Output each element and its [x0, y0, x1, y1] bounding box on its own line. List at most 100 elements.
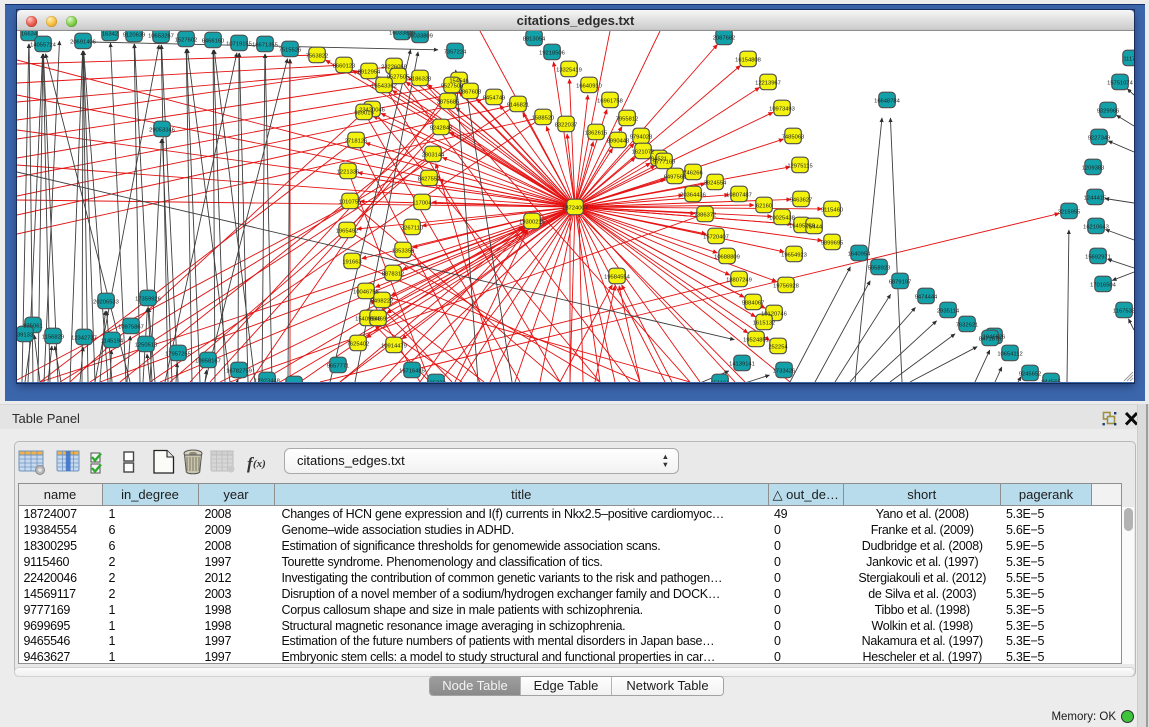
svg-text:11170: 11170	[1123, 57, 1134, 63]
svg-text:8660123: 8660123	[333, 64, 356, 70]
svg-text:17957255: 17957255	[165, 352, 191, 358]
svg-text:16640910: 16640910	[576, 84, 602, 90]
svg-text:944565: 944565	[1041, 380, 1060, 383]
svg-text:6466160: 6466160	[202, 39, 225, 45]
svg-text:2803144: 2803144	[422, 153, 445, 159]
svg-text:3824554: 3824554	[704, 181, 727, 187]
svg-text:1167533: 1167533	[1113, 309, 1134, 315]
svg-text:9474444: 9474444	[915, 295, 938, 301]
svg-text:9242848: 9242848	[430, 126, 453, 132]
svg-text:10914479: 10914479	[381, 344, 407, 350]
svg-text:746266: 746266	[683, 171, 702, 177]
svg-text:8427552: 8427552	[418, 177, 441, 183]
svg-text:3267110: 3267110	[401, 226, 423, 232]
svg-text:15720407: 15720407	[703, 235, 729, 241]
svg-text:8471676: 8471676	[979, 337, 1002, 343]
svg-text:20364436: 20364436	[680, 193, 706, 199]
svg-text:16961758: 16961758	[597, 99, 623, 105]
svg-text:16671355: 16671355	[252, 43, 278, 49]
svg-text:3875685: 3875685	[437, 100, 460, 106]
svg-text:835061: 835061	[23, 324, 42, 330]
svg-text:9120639: 9120639	[123, 33, 146, 39]
svg-text:7563822: 7563822	[306, 54, 329, 60]
svg-text:10688809: 10688809	[714, 255, 740, 261]
svg-text:15751074: 15751074	[1107, 81, 1134, 87]
svg-text:1244415: 1244415	[1084, 196, 1107, 202]
svg-text:125223: 125223	[426, 381, 445, 383]
svg-text:191663: 191663	[342, 260, 361, 266]
svg-text:1527602: 1527602	[175, 38, 198, 44]
svg-text:62160: 62160	[756, 204, 772, 210]
svg-text:1010755: 1010755	[339, 200, 362, 206]
svg-text:10807487: 10807487	[726, 193, 752, 199]
svg-text:8990448: 8990448	[607, 139, 630, 145]
svg-text:9146821: 9146821	[507, 103, 530, 109]
svg-text:10973493: 10973493	[769, 107, 795, 113]
svg-text:15716485: 15716485	[399, 369, 425, 375]
svg-text:19756928: 19756928	[773, 284, 799, 290]
svg-text:12923448: 12923448	[254, 379, 280, 383]
svg-text:39133: 39133	[17, 333, 33, 339]
svg-text:15692971: 15692971	[1085, 255, 1111, 261]
svg-text:16154808: 16154808	[735, 58, 761, 64]
svg-text:3215955: 3215955	[1058, 210, 1081, 216]
svg-text:8454749: 8454749	[483, 96, 506, 102]
svg-text:29053346: 29053346	[149, 128, 175, 134]
svg-text:2867608: 2867608	[459, 90, 482, 96]
svg-text:9227349: 9227349	[1088, 136, 1111, 142]
svg-text:1733426: 1733426	[773, 369, 796, 375]
svg-text:1209383: 1209383	[1082, 166, 1105, 172]
svg-text:9463627: 9463627	[790, 198, 813, 204]
svg-text:8322037: 8322037	[555, 123, 578, 129]
svg-text:7357224: 7357224	[444, 50, 467, 56]
svg-text:10025438: 10025438	[769, 216, 795, 222]
svg-text:3498222: 3498222	[371, 299, 394, 305]
svg-text:18807249: 18807249	[726, 278, 752, 284]
svg-text:8912954: 8912954	[358, 70, 381, 76]
svg-text:12342737: 12342737	[71, 336, 97, 342]
svg-text:13325419: 13325419	[556, 68, 582, 74]
svg-text:17016504: 17016504	[1090, 283, 1117, 289]
svg-text:16342: 16342	[102, 32, 118, 38]
svg-text:18724007: 18724007	[562, 206, 588, 212]
svg-text:7515526: 7515526	[279, 48, 302, 54]
svg-text:10120746: 10120746	[761, 312, 787, 318]
svg-text:9794028: 9794028	[630, 135, 653, 141]
svg-text:989015: 989015	[354, 111, 373, 117]
svg-text:14055724: 14055724	[30, 43, 57, 49]
svg-text:16634: 16634	[21, 32, 38, 38]
svg-text:10654112: 10654112	[997, 352, 1022, 358]
svg-text:9115460: 9115460	[821, 208, 843, 214]
svg-text:19300215: 19300215	[519, 220, 545, 226]
svg-text:16782759: 16782759	[226, 369, 252, 375]
svg-text:1615132: 1615132	[753, 321, 776, 327]
svg-text:7625402: 7625402	[347, 342, 370, 348]
svg-text:5958923: 5958923	[868, 266, 891, 272]
svg-text:7955812: 7955812	[616, 117, 639, 123]
svg-text:1965492: 1965492	[336, 229, 359, 235]
svg-text:99469: 99469	[370, 317, 386, 323]
svg-text:19218506: 19218506	[539, 51, 565, 57]
svg-text:20206533: 20206533	[93, 300, 119, 306]
svg-text:10653267: 10653267	[148, 34, 174, 40]
svg-text:19584554: 19584554	[604, 275, 631, 281]
svg-text:2087682: 2087682	[713, 36, 736, 42]
svg-text:1362615: 1362615	[585, 131, 608, 137]
svg-text:23226058: 23226058	[381, 65, 407, 71]
svg-text:1640954: 1640954	[848, 252, 871, 258]
svg-text:9329966: 9329966	[1097, 109, 1120, 115]
svg-text:2718126: 2718126	[345, 139, 368, 145]
svg-text:8878312: 8878312	[382, 272, 405, 278]
svg-text:8813054: 8813054	[523, 37, 546, 43]
svg-text:10719155: 10719155	[226, 42, 252, 48]
svg-text:2935114: 2935114	[937, 309, 960, 315]
svg-text:9899695: 9899695	[821, 241, 844, 247]
svg-text:19654923: 19654923	[781, 253, 807, 259]
svg-text:7386372: 7386372	[694, 213, 717, 219]
svg-text:1221336: 1221336	[337, 170, 360, 176]
svg-text:6879197: 6879197	[889, 280, 912, 286]
svg-text:9527505: 9527505	[387, 75, 410, 81]
svg-text:16648784: 16648784	[874, 99, 901, 105]
svg-text:16210643: 16210643	[1083, 225, 1109, 231]
svg-text:151161: 151161	[711, 381, 730, 383]
